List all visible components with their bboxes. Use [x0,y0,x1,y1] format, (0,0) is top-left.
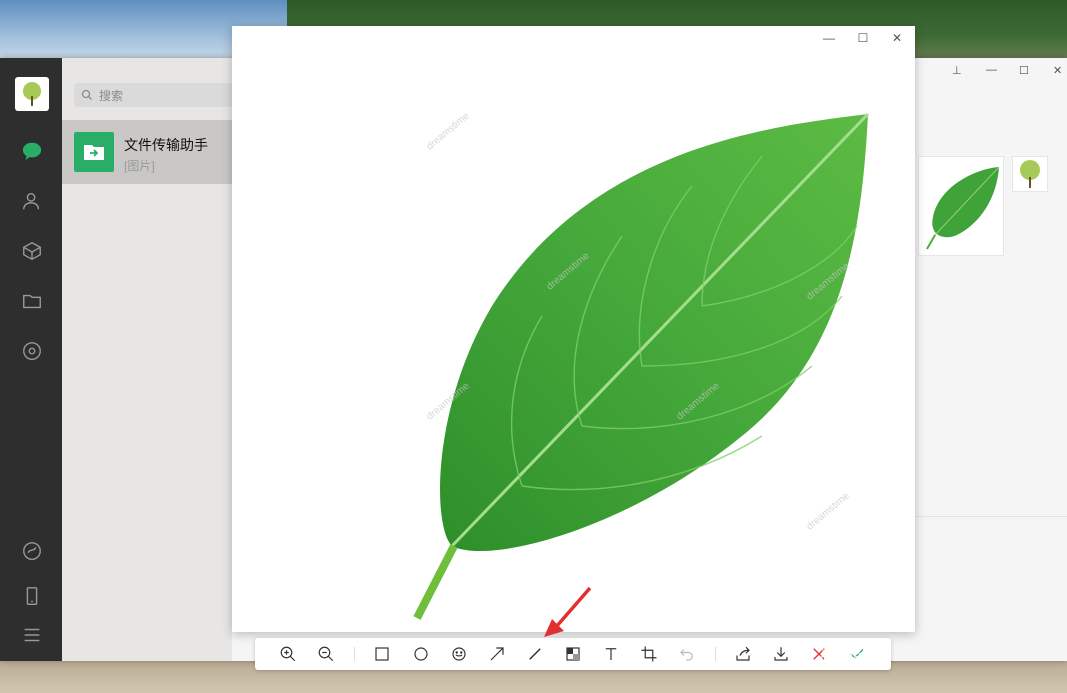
zoom-in-icon[interactable] [278,644,298,664]
image-message-thumbnail[interactable] [918,156,1004,256]
mini-program-icon[interactable] [19,538,45,564]
divider [915,516,1067,517]
viewer-minimize-button[interactable]: — [821,31,837,45]
sender-avatar[interactable] [1012,156,1048,192]
crop-icon[interactable] [639,644,659,664]
list-item-file-transfer[interactable]: 文件传输助手 [图片] [62,120,232,184]
viewer-maximize-button[interactable]: ☐ [855,31,871,45]
toolbar-divider [715,647,716,661]
tree-avatar-icon [23,82,41,106]
search-icon [81,89,92,100]
viewer-close-button[interactable]: ✕ [889,31,905,45]
search-input[interactable]: 搜索 [74,83,234,107]
download-icon[interactable] [771,644,791,664]
minimize-button[interactable]: — [986,64,997,76]
nav-rail [0,58,62,661]
undo-icon[interactable] [677,644,697,664]
chat-name: 文件传输助手 [124,137,208,153]
share-icon[interactable] [733,644,753,664]
image-viewer-window: — ☐ ✕ dreamstime dreamstime dreamstime d… [232,26,915,632]
text-icon[interactable] [601,644,621,664]
close-button[interactable]: ✕ [1053,64,1062,77]
pin-button[interactable]: ⊥ [952,64,962,77]
rectangle-icon[interactable] [372,644,392,664]
leaf-image [382,106,882,626]
chat-pane: ⊥ — ☐ ✕ [915,58,1067,661]
contacts-icon[interactable] [19,188,45,214]
annotation-arrow [544,586,592,637]
toolbar-divider [354,647,355,661]
overlay-watermark: jingyan [820,648,871,665]
search-placeholder: 搜索 [99,88,124,103]
arrow-icon[interactable] [487,644,507,664]
pen-icon[interactable] [525,644,545,664]
favorites-cube-icon[interactable] [19,238,45,264]
phone-icon[interactable] [19,583,45,609]
file-transfer-icon [74,132,114,172]
menu-icon[interactable] [19,622,45,648]
avatar[interactable] [15,77,49,111]
chat-list: 搜索 文件传输助手 [图片] [62,58,234,661]
zoom-out-icon[interactable] [316,644,336,664]
mosaic-icon[interactable] [563,644,583,664]
folder-icon[interactable] [19,288,45,314]
maximize-button[interactable]: ☐ [1019,64,1029,77]
emoji-icon[interactable] [449,644,469,664]
viewer-window-controls: — ☐ ✕ [821,31,905,45]
ellipse-icon[interactable] [411,644,431,664]
chat-icon[interactable] [19,138,45,164]
chat-preview: [图片] [124,159,155,173]
moments-icon[interactable] [19,338,45,364]
